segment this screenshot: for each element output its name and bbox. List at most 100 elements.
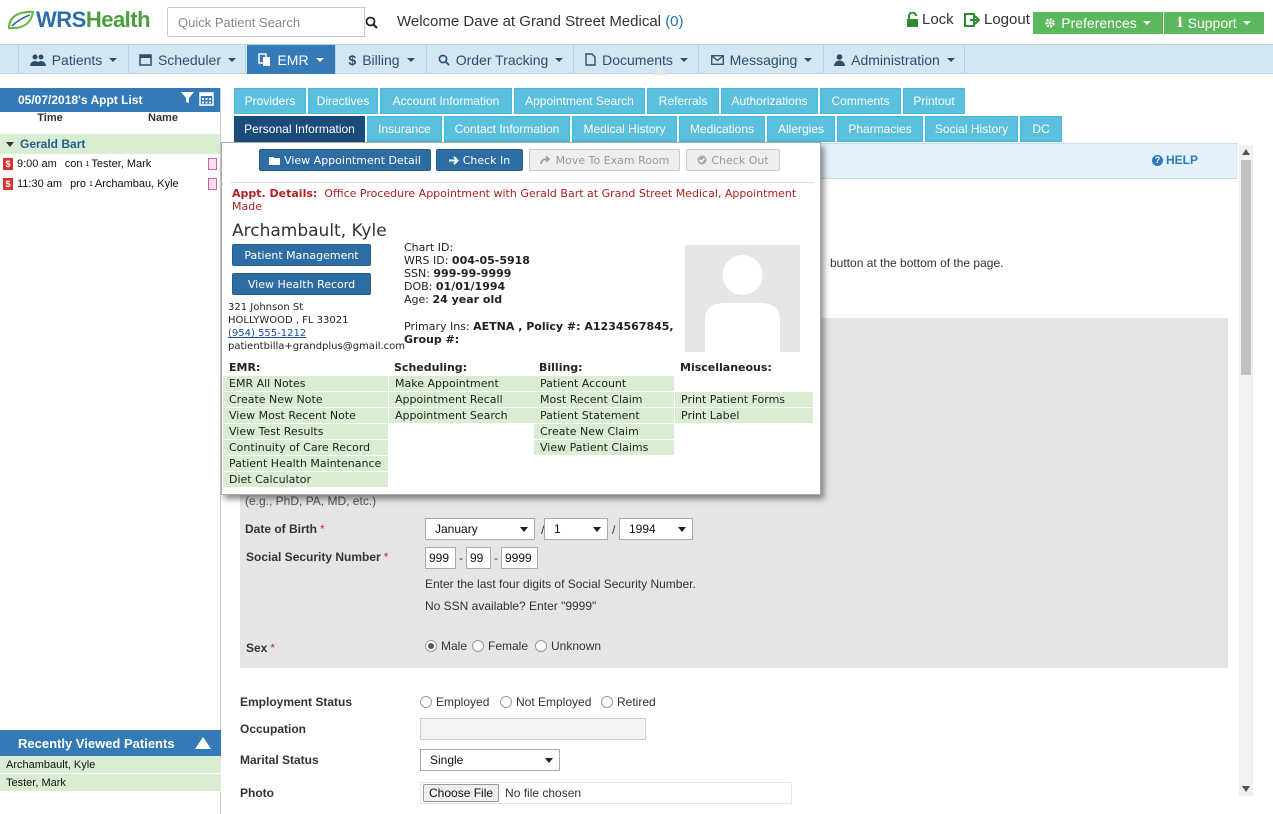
check-in-button[interactable]: Check In [436,149,523,171]
billing-dollar-icon[interactable]: $ [3,178,13,190]
recent-patient-item[interactable]: Tester, Mark [0,774,221,792]
ssn-part3-input[interactable]: 9999 [501,547,538,569]
tab-authorizations[interactable]: Authorizations [721,88,818,114]
view-health-record-button[interactable]: View Health Record [232,273,371,295]
calendar-icon[interactable] [199,91,214,106]
chevron-down-icon [555,57,564,62]
menu-appointment-recall[interactable]: Appointment Recall [389,392,534,407]
phone-link[interactable]: (954) 555-1212 [228,328,306,339]
move-to-exam-room-button[interactable]: Move To Exam Room [529,149,680,171]
emr-note-icon[interactable] [208,178,217,190]
menu-view-most-recent-note[interactable]: View Most Recent Note [223,408,388,423]
patient-photo-placeholder [685,245,800,352]
menu-patient-health-maintenance[interactable]: Patient Health Maintenance [223,456,388,471]
filter-icon[interactable] [181,91,194,104]
dob-year-select[interactable]: 1994 [619,518,693,540]
tab-printout[interactable]: Printout [903,88,965,114]
menu-appointment-search[interactable]: Appointment Search [389,408,534,423]
wrs-health-logo[interactable]: WRSHealth [6,6,151,34]
menu-create-new-claim[interactable]: Create New Claim [534,424,674,439]
scroll-down-arrow-icon[interactable] [1242,786,1250,792]
menu-most-recent-claim[interactable]: Most Recent Claim [534,392,674,407]
nav-billing[interactable]: $ Billing [337,45,427,74]
chevron-down-icon [315,57,324,62]
menu-continuity-of-care-record[interactable]: Continuity of Care Record [223,440,388,455]
chevron-down-icon [946,57,955,62]
menu-create-new-note[interactable]: Create New Note [223,392,388,407]
tab-social-history[interactable]: Social History [925,116,1018,142]
dob-month-select[interactable]: January [425,518,535,540]
menu-make-appointment[interactable]: Make Appointment [389,376,534,391]
tab-dc[interactable]: DC [1020,116,1062,142]
tab-allergies[interactable]: Allergies [767,116,835,142]
recently-viewed-header[interactable]: Recently Viewed Patients [0,730,221,756]
check-out-button[interactable]: Check Out [686,149,780,171]
nav-scheduler[interactable]: Scheduler [130,45,246,74]
page-scrollbar[interactable] [1239,145,1253,796]
nav-patients[interactable]: Patients [18,45,129,74]
lock-button[interactable]: Lock [906,11,954,28]
preferences-button[interactable]: Preferences [1033,12,1163,34]
help-link[interactable]: ? HELP [1152,153,1198,167]
nav-documents[interactable]: Documents [575,45,699,74]
tab-contact-information[interactable]: Contact Information [444,116,570,142]
recent-patient-item[interactable]: Archambault, Kyle [0,756,221,774]
collapse-up-icon[interactable] [195,737,211,749]
menu-view-patient-claims[interactable]: View Patient Claims [534,440,674,455]
ssn-part1-input[interactable]: 999 [425,547,456,569]
chevron-down-icon [228,57,237,62]
nav-order-tracking[interactable]: Order Tracking [428,45,574,74]
dob-day-select[interactable]: 1 [544,518,608,540]
ssn-label: Social Security Number * [246,550,389,564]
nav-messaging[interactable]: Messaging [700,45,824,74]
tab-personal-information[interactable]: Personal Information [234,116,365,142]
menu-patient-account[interactable]: Patient Account [534,376,674,391]
view-appointment-detail-button[interactable]: View Appointment Detail [259,149,431,171]
sex-female-radio[interactable]: Female [472,639,528,653]
tab-insurance[interactable]: Insurance [367,116,442,142]
menu-print-label[interactable]: Print Label [675,408,813,423]
support-button[interactable]: i Support [1164,12,1264,34]
message-count[interactable]: (0) [665,13,683,30]
col-name: Name [148,112,178,124]
appt-row[interactable]: $ 9:00 am con 1 Tester, Mark [0,154,220,174]
marital-status-select[interactable]: Single [420,749,560,771]
employment-employed-radio[interactable]: Employed [420,695,489,709]
scroll-thumb[interactable] [1241,160,1251,375]
occupation-input[interactable] [420,718,646,740]
patient-management-button[interactable]: Patient Management [232,244,371,266]
appt-row[interactable]: $ 11:30 am pro 1 Archambau, Kyle [0,174,220,194]
dob: DOB: 01/01/1994 [404,280,506,293]
tab-medications[interactable]: Medications [679,116,765,142]
menu-diet-calculator[interactable]: Diet Calculator [223,472,388,487]
tab-account-information[interactable]: Account Information [380,88,512,114]
nav-administration[interactable]: Administration [825,45,965,74]
search-button[interactable] [364,8,378,36]
sex-male-radio[interactable]: Male [425,639,467,653]
tab-directives[interactable]: Directives [308,88,378,114]
nav-emr[interactable]: EMR [247,45,336,74]
menu-patient-statement[interactable]: Patient Statement [534,408,674,423]
tab-referrals[interactable]: Referrals [647,88,719,114]
tab-providers[interactable]: Providers [234,88,306,114]
choose-file-button[interactable]: Choose File [423,784,500,802]
menu-view-test-results[interactable]: View Test Results [223,424,388,439]
scroll-up-arrow-icon[interactable] [1242,149,1250,155]
radio-unselected [601,696,613,708]
menu-emr-all-notes[interactable]: EMR All Notes [223,376,388,391]
employment-retired-radio[interactable]: Retired [601,695,656,709]
tab-comments[interactable]: Comments [820,88,901,114]
ssn-part2-input[interactable]: 99 [466,547,491,569]
chevron-down-icon [545,758,553,763]
quick-patient-search-input[interactable] [168,8,364,36]
sex-unknown-radio[interactable]: Unknown [535,639,601,653]
provider-group-gerald-bart[interactable]: Gerald Bart [0,134,220,154]
tab-medical-history[interactable]: Medical History [572,116,677,142]
billing-dollar-icon[interactable]: $ [3,158,13,170]
employment-not-employed-radio[interactable]: Not Employed [500,695,591,709]
tab-appointment-search[interactable]: Appointment Search [514,88,645,114]
emr-note-icon[interactable] [208,158,217,170]
menu-print-patient-forms[interactable]: Print Patient Forms [675,392,813,407]
tab-pharmacies[interactable]: Pharmacies [837,116,923,142]
logout-button[interactable]: Logout [964,11,1030,28]
